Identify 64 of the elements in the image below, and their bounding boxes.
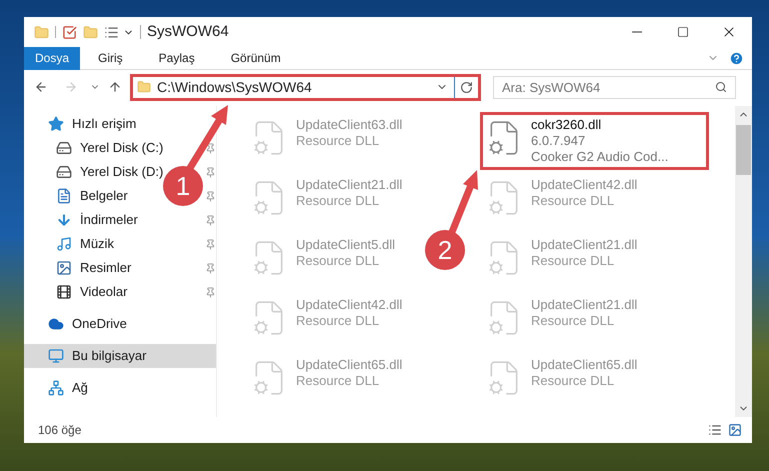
file-description: Resource DLL [531,253,616,269]
star-icon [48,116,64,132]
view-icon[interactable] [104,24,119,40]
large-icons-view-icon[interactable] [728,423,742,437]
nav-item[interactable]: Videolar [80,282,128,302]
film-icon [56,284,72,300]
scrollbar-thumb[interactable] [736,125,751,175]
picture-icon [56,260,72,276]
document-icon [56,188,72,204]
nav-item[interactable]: Müzik [80,234,114,254]
cloud-icon [48,316,64,332]
pin-icon[interactable] [205,142,216,154]
file-description: Resource DLL [296,313,380,329]
nav-item[interactable]: Yerel Disk (C:) [80,138,164,158]
maximize-icon[interactable] [677,26,689,38]
file-description: Resource DLL [296,253,380,269]
nav-item[interactable]: OneDrive [72,314,127,334]
pin-icon[interactable] [205,238,216,250]
annotation-arrow [448,170,478,236]
pin-icon[interactable] [205,166,216,178]
nav-item[interactable]: İndirmeler [80,210,138,230]
up-icon[interactable] [108,80,122,94]
nav-item[interactable]: Belgeler [80,186,128,206]
pin-icon[interactable] [205,286,216,298]
annotation-arrow [186,105,228,172]
item-count: 106 öğe [38,422,82,439]
music-note-icon [56,236,72,252]
file-description: Resource DLL [531,373,616,389]
pin-icon[interactable] [205,190,216,202]
network-icon [48,380,64,396]
file-version: 6.0.7.947 [531,133,586,149]
address-field[interactable]: C:\Windows\SysWOW64 [130,74,481,100]
search-icon[interactable] [715,80,727,92]
drive-icon [56,140,72,156]
nav-item[interactable]: Ağ [72,378,88,398]
help-icon[interactable] [729,50,744,66]
back-icon[interactable] [34,80,48,94]
pin-icon[interactable] [205,214,216,226]
ribbon-tab[interactable]: Paylaş [140,46,213,70]
file-description: Cooker G2 Audio Cod... [531,149,668,165]
selected-nav-row[interactable]: Bu bilgisayar [24,344,216,368]
monitor-icon [48,348,64,364]
nav-item[interactable]: Resimler [80,258,132,278]
file-description: Resource DLL [296,373,380,389]
file-description: Resource DLL [296,193,380,209]
refresh-icon[interactable] [460,80,473,94]
pin-icon[interactable] [205,262,216,274]
file-description: Resource DLL [531,193,616,209]
nav-item[interactable]: Yerel Disk (D:) [80,162,164,182]
scrollbar[interactable] [735,106,752,417]
nav-item[interactable]: Hızlı erişim [72,114,136,134]
file-description: Resource DLL [296,133,380,149]
ribbon-tab[interactable]: Giriş [80,46,141,70]
nav-item[interactable]: Bu bilgisayar [72,346,146,366]
window-title: SysWOW64 [147,22,229,42]
file-description: Resource DLL [531,313,616,329]
search-field[interactable]: Ara: SysWOW64 [493,76,736,98]
ribbon-tab[interactable]: Görünüm [212,46,299,70]
properties-icon[interactable] [62,24,77,40]
folder-icon [137,80,151,94]
address-path: C:\Windows\SysWOW64 [157,78,313,97]
details-view-icon[interactable] [708,423,722,437]
file-name[interactable]: cokr3260.dll [531,117,668,133]
drive-icon [56,164,72,180]
